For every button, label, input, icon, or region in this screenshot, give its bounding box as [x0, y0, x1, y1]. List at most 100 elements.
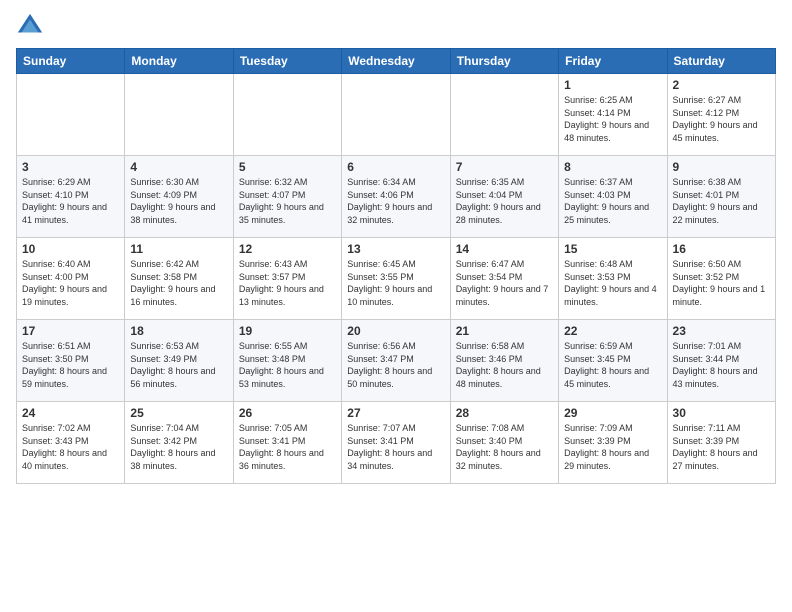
day-cell: 6 Sunrise: 6:34 AM Sunset: 4:06 PM Daylig…	[342, 156, 450, 238]
day-info: Sunrise: 6:37 AM Sunset: 4:03 PM Dayligh…	[564, 176, 661, 226]
day-cell: 22 Sunrise: 6:59 AM Sunset: 3:45 PM Dayli…	[559, 320, 667, 402]
day-info: Sunrise: 6:47 AM Sunset: 3:54 PM Dayligh…	[456, 258, 553, 308]
day-info: Sunrise: 6:43 AM Sunset: 3:57 PM Dayligh…	[239, 258, 336, 308]
day-cell	[17, 74, 125, 156]
day-cell: 13Sunrise: 6:45 AM Sunset: 3:55 PM Dayli…	[342, 238, 450, 320]
day-info: Sunrise: 6:30 AM Sunset: 4:09 PM Dayligh…	[130, 176, 227, 226]
day-number: 30	[673, 406, 770, 420]
day-cell: 25 Sunrise: 7:04 AM Sunset: 3:42 PM Dayli…	[125, 402, 233, 484]
day-number: 23	[673, 324, 770, 338]
day-cell: 14 Sunrise: 6:47 AM Sunset: 3:54 PM Dayli…	[450, 238, 558, 320]
day-info: Sunrise: 6:55 AM Sunset: 3:48 PM Dayligh…	[239, 340, 336, 390]
day-number: 24	[22, 406, 119, 420]
day-cell	[233, 74, 341, 156]
week-row-5: 24 Sunrise: 7:02 AM Sunset: 3:43 PM Dayli…	[17, 402, 776, 484]
day-number: 20	[347, 324, 444, 338]
day-info: Sunrise: 6:32 AM Sunset: 4:07 PM Dayligh…	[239, 176, 336, 226]
day-info: Sunrise: 6:56 AM Sunset: 3:47 PM Dayligh…	[347, 340, 444, 390]
logo	[16, 12, 48, 40]
day-info: Sunrise: 6:45 AM Sunset: 3:55 PM Dayligh…	[347, 258, 444, 308]
day-cell	[125, 74, 233, 156]
day-info: Sunrise: 6:29 AM Sunset: 4:10 PM Dayligh…	[22, 176, 119, 226]
day-number: 26	[239, 406, 336, 420]
day-cell: 21Sunrise: 6:58 AM Sunset: 3:46 PM Dayli…	[450, 320, 558, 402]
day-info: Sunrise: 6:42 AM Sunset: 3:58 PM Dayligh…	[130, 258, 227, 308]
day-cell: 4 Sunrise: 6:30 AM Sunset: 4:09 PM Daylig…	[125, 156, 233, 238]
day-cell: 15Sunrise: 6:48 AM Sunset: 3:53 PM Dayli…	[559, 238, 667, 320]
day-number: 28	[456, 406, 553, 420]
day-cell: 26 Sunrise: 7:05 AM Sunset: 3:41 PM Dayli…	[233, 402, 341, 484]
day-number: 8	[564, 160, 661, 174]
col-header-thursday: Thursday	[450, 49, 558, 74]
day-number: 14	[456, 242, 553, 256]
day-cell: 20 Sunrise: 6:56 AM Sunset: 3:47 PM Dayli…	[342, 320, 450, 402]
day-number: 4	[130, 160, 227, 174]
day-number: 29	[564, 406, 661, 420]
col-header-tuesday: Tuesday	[233, 49, 341, 74]
day-number: 17	[22, 324, 119, 338]
logo-icon	[16, 12, 44, 40]
calendar-header-row: SundayMondayTuesdayWednesdayThursdayFrid…	[17, 49, 776, 74]
header	[16, 12, 776, 40]
day-cell: 9Sunrise: 6:38 AM Sunset: 4:01 PM Daylig…	[667, 156, 775, 238]
day-number: 10	[22, 242, 119, 256]
day-cell: 5 Sunrise: 6:32 AM Sunset: 4:07 PM Daylig…	[233, 156, 341, 238]
day-info: Sunrise: 7:01 AM Sunset: 3:44 PM Dayligh…	[673, 340, 770, 390]
day-number: 9	[673, 160, 770, 174]
day-cell	[450, 74, 558, 156]
day-number: 5	[239, 160, 336, 174]
day-info: Sunrise: 7:05 AM Sunset: 3:41 PM Dayligh…	[239, 422, 336, 472]
day-cell: 27 Sunrise: 7:07 AM Sunset: 3:41 PM Dayli…	[342, 402, 450, 484]
day-info: Sunrise: 7:02 AM Sunset: 3:43 PM Dayligh…	[22, 422, 119, 472]
day-info: Sunrise: 6:40 AM Sunset: 4:00 PM Dayligh…	[22, 258, 119, 308]
day-cell: 19 Sunrise: 6:55 AM Sunset: 3:48 PM Dayli…	[233, 320, 341, 402]
day-number: 7	[456, 160, 553, 174]
day-info: Sunrise: 6:35 AM Sunset: 4:04 PM Dayligh…	[456, 176, 553, 226]
day-number: 2	[673, 78, 770, 92]
day-cell: 7 Sunrise: 6:35 AM Sunset: 4:04 PM Daylig…	[450, 156, 558, 238]
day-info: Sunrise: 7:07 AM Sunset: 3:41 PM Dayligh…	[347, 422, 444, 472]
day-cell: 8 Sunrise: 6:37 AM Sunset: 4:03 PM Daylig…	[559, 156, 667, 238]
day-cell: 1Sunrise: 6:25 AM Sunset: 4:14 PM Daylig…	[559, 74, 667, 156]
day-cell: 10 Sunrise: 6:40 AM Sunset: 4:00 PM Dayli…	[17, 238, 125, 320]
col-header-saturday: Saturday	[667, 49, 775, 74]
page: SundayMondayTuesdayWednesdayThursdayFrid…	[0, 0, 792, 492]
day-number: 27	[347, 406, 444, 420]
day-cell: 28 Sunrise: 7:08 AM Sunset: 3:40 PM Dayli…	[450, 402, 558, 484]
day-number: 6	[347, 160, 444, 174]
col-header-friday: Friday	[559, 49, 667, 74]
day-number: 18	[130, 324, 227, 338]
day-info: Sunrise: 6:51 AM Sunset: 3:50 PM Dayligh…	[22, 340, 119, 390]
col-header-monday: Monday	[125, 49, 233, 74]
day-number: 22	[564, 324, 661, 338]
day-info: Sunrise: 6:34 AM Sunset: 4:06 PM Dayligh…	[347, 176, 444, 226]
day-cell: 3Sunrise: 6:29 AM Sunset: 4:10 PM Daylig…	[17, 156, 125, 238]
day-number: 11	[130, 242, 227, 256]
day-cell: 12 Sunrise: 6:43 AM Sunset: 3:57 PM Dayli…	[233, 238, 341, 320]
day-info: Sunrise: 6:25 AM Sunset: 4:14 PM Dayligh…	[564, 94, 661, 144]
day-number: 19	[239, 324, 336, 338]
day-info: Sunrise: 6:27 AM Sunset: 4:12 PM Dayligh…	[673, 94, 770, 144]
day-number: 12	[239, 242, 336, 256]
day-info: Sunrise: 6:58 AM Sunset: 3:46 PM Dayligh…	[456, 340, 553, 390]
day-info: Sunrise: 7:08 AM Sunset: 3:40 PM Dayligh…	[456, 422, 553, 472]
day-number: 25	[130, 406, 227, 420]
day-cell: 11 Sunrise: 6:42 AM Sunset: 3:58 PM Dayli…	[125, 238, 233, 320]
day-cell: 16 Sunrise: 6:50 AM Sunset: 3:52 PM Dayli…	[667, 238, 775, 320]
day-cell: 17 Sunrise: 6:51 AM Sunset: 3:50 PM Dayli…	[17, 320, 125, 402]
week-row-4: 17 Sunrise: 6:51 AM Sunset: 3:50 PM Dayli…	[17, 320, 776, 402]
day-cell: 18Sunrise: 6:53 AM Sunset: 3:49 PM Dayli…	[125, 320, 233, 402]
day-number: 16	[673, 242, 770, 256]
day-info: Sunrise: 7:04 AM Sunset: 3:42 PM Dayligh…	[130, 422, 227, 472]
day-info: Sunrise: 6:50 AM Sunset: 3:52 PM Dayligh…	[673, 258, 770, 308]
day-info: Sunrise: 6:59 AM Sunset: 3:45 PM Dayligh…	[564, 340, 661, 390]
calendar-table: SundayMondayTuesdayWednesdayThursdayFrid…	[16, 48, 776, 484]
day-number: 15	[564, 242, 661, 256]
day-cell: 24 Sunrise: 7:02 AM Sunset: 3:43 PM Dayli…	[17, 402, 125, 484]
day-info: Sunrise: 7:11 AM Sunset: 3:39 PM Dayligh…	[673, 422, 770, 472]
week-row-1: 1Sunrise: 6:25 AM Sunset: 4:14 PM Daylig…	[17, 74, 776, 156]
day-cell: 29 Sunrise: 7:09 AM Sunset: 3:39 PM Dayli…	[559, 402, 667, 484]
week-row-2: 3Sunrise: 6:29 AM Sunset: 4:10 PM Daylig…	[17, 156, 776, 238]
day-info: Sunrise: 7:09 AM Sunset: 3:39 PM Dayligh…	[564, 422, 661, 472]
day-cell: 2 Sunrise: 6:27 AM Sunset: 4:12 PM Daylig…	[667, 74, 775, 156]
